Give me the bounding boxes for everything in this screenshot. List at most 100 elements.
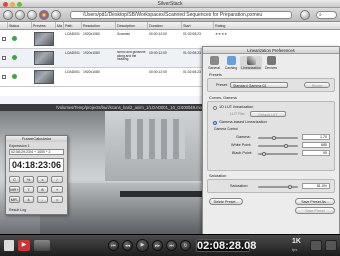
minus-key[interactable]: - bbox=[37, 196, 48, 203]
go-to-start-icon[interactable]: ⏮ bbox=[108, 240, 119, 251]
clip-duration: 00:00:12:00 bbox=[149, 70, 167, 74]
curves-section-label: Curves, Gamma bbox=[209, 96, 237, 100]
plus-key[interactable]: + bbox=[51, 186, 63, 193]
gamma-field[interactable]: 1.70 bbox=[302, 134, 330, 140]
tab-caching[interactable]: Caching bbox=[223, 56, 239, 70]
column-header-rating[interactable]: Rating bbox=[214, 22, 240, 30]
column-header-preview[interactable]: Preview bbox=[32, 22, 56, 30]
status-icon bbox=[12, 74, 17, 79]
clip-path: LOAD001 bbox=[65, 70, 80, 74]
playback-rate-unit: fps bbox=[292, 247, 298, 252]
tab-linearization[interactable]: Linearization bbox=[240, 56, 262, 70]
gear-icon bbox=[209, 56, 219, 65]
clip-thumbnail[interactable] bbox=[34, 32, 54, 46]
go-to-end-icon[interactable]: ⏭ bbox=[166, 240, 177, 251]
clip-description[interactable]: Nemo and gunshine along and the heading bbox=[117, 51, 147, 62]
gamma-label: Gamma: bbox=[236, 135, 251, 139]
four-key[interactable]: 4 bbox=[23, 196, 34, 203]
row-checkbox[interactable] bbox=[2, 75, 6, 79]
clip-thumbnail[interactable] bbox=[34, 70, 54, 84]
back-icon[interactable] bbox=[3, 10, 13, 20]
row-checkbox[interactable] bbox=[2, 56, 6, 60]
eight-key[interactable]: 8 bbox=[37, 186, 48, 193]
black-point-slider[interactable] bbox=[258, 151, 298, 156]
column-header-description[interactable]: Description bbox=[116, 22, 148, 30]
tab-label: Caching bbox=[224, 66, 238, 70]
expression-input[interactable]: 02:08:29:23/4 + 1000 * 2 bbox=[9, 149, 64, 155]
white-point-label: White Point: bbox=[231, 143, 252, 147]
clip-start: 01:02:08:23 bbox=[183, 70, 201, 74]
saturation-field[interactable]: 81.0% bbox=[302, 183, 330, 189]
saturation-section-label: Saturation bbox=[209, 174, 227, 178]
white-point-field[interactable]: 685 bbox=[302, 142, 330, 148]
loop-icon[interactable]: ↻ bbox=[180, 240, 191, 251]
column-header-resolution[interactable]: Resolution bbox=[82, 22, 116, 30]
clip-rating[interactable]: ★★★★ bbox=[215, 32, 227, 36]
clear-key[interactable]: C bbox=[9, 176, 20, 183]
revert-button[interactable]: Revert bbox=[304, 82, 330, 88]
record-icon[interactable]: ▶ bbox=[18, 240, 30, 251]
saturation-slider-knob[interactable] bbox=[288, 184, 292, 189]
clip-description[interactable]: Scanned bbox=[117, 32, 130, 36]
settings-icon[interactable] bbox=[325, 240, 337, 251]
lut-file-select[interactable]: Default LUT bbox=[250, 111, 286, 117]
column-header-status[interactable]: Status bbox=[8, 22, 32, 30]
memory-add-key[interactable]: MR+ bbox=[9, 186, 20, 193]
column-header-ma[interactable]: Ma bbox=[56, 22, 64, 30]
forward-icon[interactable] bbox=[15, 10, 25, 20]
search-input[interactable]: ⌕ bbox=[316, 11, 337, 19]
step-back-icon[interactable]: ◂◂ bbox=[122, 240, 133, 251]
cache-icon bbox=[226, 56, 236, 65]
column-header-start[interactable]: Start bbox=[182, 22, 214, 30]
lut-file-label: LUT File: bbox=[230, 112, 246, 116]
percent-key[interactable]: % bbox=[23, 176, 34, 183]
row-checkbox[interactable] bbox=[2, 37, 6, 41]
tab-devices[interactable]: Devices bbox=[263, 56, 279, 70]
presets-group: Preset: Standard Gamma 02 Revert bbox=[207, 78, 335, 92]
delete-preset-button[interactable]: Delete Preset... bbox=[209, 198, 243, 205]
player-bar: ▶ ⏮ ◂◂ ▶ ▸▸ ⏭ ↻ 02:08:28.08 1K fps bbox=[0, 234, 340, 256]
play-icon[interactable]: ▶ bbox=[136, 239, 149, 252]
window-grid bbox=[125, 119, 185, 159]
black-point-label: Black Point: bbox=[232, 151, 253, 155]
gamma-slider[interactable] bbox=[258, 135, 298, 140]
gamma-radio[interactable] bbox=[213, 121, 217, 125]
color-icon[interactable] bbox=[39, 10, 49, 20]
gamma-slider-knob[interactable] bbox=[272, 135, 276, 140]
clip-resolution: 1920x1080 bbox=[83, 70, 100, 74]
clip-duration: 00:00:12:00 bbox=[149, 32, 167, 36]
gamma-option-label: Gamma-based Linearization bbox=[219, 120, 267, 124]
black-point-field[interactable]: 95 bbox=[302, 150, 330, 156]
white-point-slider-knob[interactable] bbox=[284, 143, 288, 148]
lut-radio[interactable] bbox=[213, 106, 217, 110]
linearization-preferences-window: Linearization Preferences General Cachin… bbox=[202, 46, 340, 235]
clip-start: 01:02:08:23 bbox=[183, 51, 201, 55]
white-point-slider[interactable] bbox=[258, 143, 298, 148]
black-point-slider-knob[interactable] bbox=[262, 151, 266, 156]
document-icon[interactable] bbox=[4, 240, 14, 251]
tab-general[interactable]: General bbox=[206, 56, 222, 70]
column-header-select[interactable] bbox=[0, 22, 8, 30]
clip-thumbnail[interactable] bbox=[34, 51, 54, 65]
memory-subtract-key[interactable]: MR- bbox=[9, 196, 20, 203]
info-icon[interactable] bbox=[300, 10, 310, 20]
path-field[interactable]: /Users/pd1/Desktop/SB/Workspaces/Scanned… bbox=[70, 11, 292, 19]
fullscreen-icon[interactable] bbox=[310, 240, 322, 251]
saturation-slider[interactable] bbox=[258, 184, 298, 189]
title-bar: SilverStack bbox=[0, 0, 340, 8]
clip-path: LOAD001 bbox=[65, 51, 80, 55]
multiply-key[interactable]: x bbox=[37, 176, 48, 183]
divide-key[interactable]: / bbox=[51, 176, 63, 183]
column-header-duration[interactable]: Duration bbox=[148, 22, 182, 30]
seven-key[interactable]: 7 bbox=[23, 186, 34, 193]
export-icon[interactable] bbox=[51, 10, 61, 20]
column-header-path[interactable]: Path bbox=[64, 22, 82, 30]
result-log-toggle[interactable]: Result Log bbox=[9, 208, 26, 212]
save-preset-button[interactable]: Save Preset bbox=[295, 207, 335, 214]
equals-key[interactable]: = bbox=[51, 196, 63, 203]
film-icon[interactable] bbox=[34, 240, 50, 251]
step-forward-icon[interactable]: ▸▸ bbox=[152, 240, 163, 251]
preset-select[interactable]: Standard Gamma 02 bbox=[230, 82, 288, 88]
import-icon[interactable] bbox=[27, 10, 37, 20]
save-preset-as-button[interactable]: Save Preset As... bbox=[295, 198, 335, 205]
